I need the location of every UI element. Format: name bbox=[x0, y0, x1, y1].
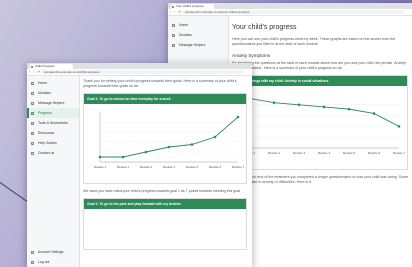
url-field[interactable]: preview.cbc.example.co.uk/child-progress bbox=[41, 70, 244, 74]
favicon-icon bbox=[31, 65, 33, 68]
sidebar-item-message-helpers[interactable]: Message Helpers bbox=[168, 40, 228, 50]
data-point bbox=[372, 112, 376, 115]
sidebar-item-message-helpers[interactable]: Message Helpers bbox=[27, 98, 79, 108]
x-tick-label: Module 3 bbox=[293, 151, 306, 155]
x-tick-label: Module 2 bbox=[117, 165, 130, 169]
data-point bbox=[347, 107, 351, 111]
sidebar-item-label: Account Settings bbox=[38, 250, 64, 254]
sidebar: Home Modules Message Helpers Progress To… bbox=[27, 76, 80, 267]
x-tick-label: Module 1 bbox=[94, 165, 107, 169]
nav-arrows-icon[interactable]: ‹ › ⟳ bbox=[170, 10, 182, 14]
chart-title: Goal 2: To go to the park and play footb… bbox=[84, 199, 246, 209]
x-tick-label: Module 2 bbox=[268, 151, 281, 155]
x-tick-label: Module 5 bbox=[343, 151, 356, 155]
resources-icon bbox=[31, 131, 34, 135]
sidebar-item-modules[interactable]: Modules bbox=[27, 88, 79, 98]
sidebar-item-label: Log out bbox=[38, 260, 50, 264]
sidebar-item-label: Contact us bbox=[38, 151, 55, 155]
data-point bbox=[167, 145, 171, 149]
tools-icon bbox=[31, 121, 34, 125]
sidebar-item-logout[interactable]: Log out bbox=[27, 257, 79, 267]
sidebar-item-label: Message Helpers bbox=[38, 101, 65, 105]
goal-1-summary: We want you have rated your child's prog… bbox=[83, 189, 242, 193]
x-tick-label: Module 3 bbox=[140, 165, 153, 169]
favicon-icon bbox=[172, 5, 174, 8]
sidebar-item-label: Modules bbox=[179, 33, 192, 37]
sidebar-item-tools[interactable]: Tools & Worksheets bbox=[27, 118, 79, 128]
series-line bbox=[248, 97, 400, 127]
footer-text: At the start and end of the treatment yo… bbox=[232, 175, 409, 184]
x-tick-label: Module 6 bbox=[209, 165, 222, 169]
sidebar-item-resources[interactable]: Resources bbox=[27, 128, 79, 138]
sidebar-item-label: Modules bbox=[38, 91, 51, 95]
chart-card-goal-1: Goal 1: To go to school on time everyday… bbox=[83, 93, 247, 184]
sidebar-item-account-settings[interactable]: Account Settings bbox=[27, 247, 79, 257]
sidebar-item-home[interactable]: Home bbox=[27, 78, 79, 88]
help-icon bbox=[31, 141, 34, 145]
goal-1-line-chart: Module 1 Module 2 Module 3 Module 4 Module 5… bbox=[94, 112, 245, 169]
sidebar-item-help[interactable]: Help Guides bbox=[27, 138, 79, 148]
sidebar-item-modules[interactable]: Modules bbox=[168, 30, 228, 40]
page-title: Your child's progress bbox=[232, 24, 297, 31]
data-point bbox=[272, 101, 276, 104]
x-tick-label: Module 7 bbox=[232, 165, 245, 169]
section-title: Anxiety Symptoms bbox=[232, 53, 271, 58]
intro-text: Thank you for setting your child's progr… bbox=[83, 79, 237, 88]
address-bar: ‹ › ⟳ preview.cbc.example.co.uk/your-chi… bbox=[168, 9, 412, 16]
progress-icon bbox=[31, 111, 34, 115]
main-content: Your child's progress Here you can see y… bbox=[232, 18, 408, 267]
sidebar-item-label: Home bbox=[179, 23, 189, 27]
modules-icon bbox=[31, 91, 34, 95]
anxiety-line-chart: Module 1Module 2Module 3Module 4Module 5… bbox=[243, 94, 406, 155]
sidebar-item-progress[interactable]: Progress bbox=[27, 108, 79, 118]
data-point bbox=[121, 155, 125, 159]
modules-icon bbox=[172, 33, 175, 37]
chart-title: How are things with my child: Anxiety in… bbox=[233, 76, 407, 86]
tab-label: Your child's progress bbox=[176, 4, 204, 8]
main-content: Thank you for setting your child's progr… bbox=[83, 76, 247, 267]
chart-card-goal-2: Goal 2: To go to the park and play footb… bbox=[83, 198, 247, 250]
message-icon bbox=[172, 43, 175, 47]
goal-2-chart-area bbox=[84, 209, 246, 249]
sidebar-item-label: Home bbox=[38, 81, 48, 85]
nav-arrows-icon[interactable]: ‹ › ⟳ bbox=[29, 70, 41, 74]
sidebar-item-label: Help Guides bbox=[38, 141, 57, 145]
data-point bbox=[190, 143, 194, 146]
settings-icon bbox=[31, 250, 34, 254]
browser-window-child-progress: Child Progress ‹ › ⟳ preview.cbc.example… bbox=[27, 63, 252, 267]
data-point bbox=[98, 155, 102, 159]
chart-title: Goal 1: To go to school on time everyday… bbox=[84, 94, 246, 104]
home-icon bbox=[172, 23, 175, 27]
logout-icon bbox=[31, 260, 34, 264]
sidebar-item-home[interactable]: Home bbox=[168, 20, 228, 30]
data-point bbox=[297, 103, 301, 107]
series-line bbox=[100, 116, 239, 158]
tab-label: Child Progress bbox=[35, 64, 55, 68]
sidebar-item-label: Progress bbox=[38, 111, 52, 115]
data-point bbox=[236, 115, 240, 119]
intro-text: Here you can see your child's progress w… bbox=[232, 37, 396, 46]
x-tick-label: Module 6 bbox=[368, 151, 381, 155]
section-text: By answering the questions at the start … bbox=[232, 61, 406, 70]
data-point bbox=[213, 135, 217, 139]
data-point bbox=[322, 105, 326, 109]
url-field[interactable]: preview.cbc.example.co.uk/your-child's-p… bbox=[182, 10, 404, 14]
message-icon bbox=[31, 101, 34, 105]
sidebar-item-contact[interactable]: Contact us bbox=[27, 148, 79, 158]
chart-card-anxiety: How are things with my child: Anxiety in… bbox=[232, 75, 408, 170]
x-tick-label: Module 5 bbox=[186, 165, 199, 169]
sidebar-item-label: Tools & Worksheets bbox=[38, 121, 68, 125]
x-tick-label: Module 4 bbox=[318, 151, 331, 155]
data-point bbox=[144, 150, 148, 154]
x-tick-label: Module 7 bbox=[393, 151, 406, 155]
sidebar-item-label: Resources bbox=[38, 131, 55, 135]
home-icon bbox=[31, 81, 34, 85]
contact-icon bbox=[31, 151, 34, 155]
x-tick-label: Module 4 bbox=[163, 165, 176, 169]
data-point bbox=[397, 125, 401, 128]
address-bar: ‹ › ⟳ preview.cbc.example.co.uk/child-pr… bbox=[27, 69, 252, 76]
sidebar-item-label: Message Helpers bbox=[179, 43, 206, 47]
